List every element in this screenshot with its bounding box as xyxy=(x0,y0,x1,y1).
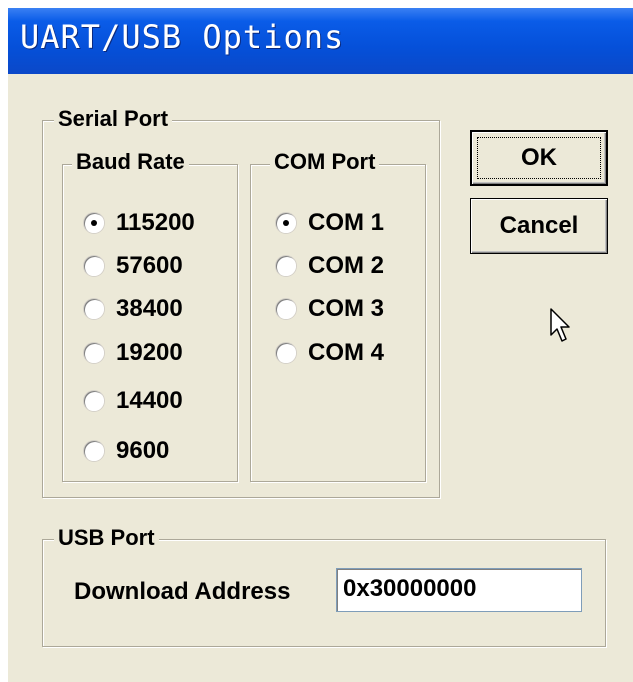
radio-button[interactable] xyxy=(84,213,104,233)
radio-button[interactable] xyxy=(84,299,104,319)
serial-port-label: Serial Port xyxy=(54,106,173,132)
radio-button[interactable] xyxy=(276,299,296,319)
baud-radio-115200[interactable]: 115200 xyxy=(84,208,195,238)
com-radio-1[interactable]: COM 1 xyxy=(276,208,384,238)
mouse-pointer-icon xyxy=(550,308,570,342)
baud-radio-14400[interactable]: 14400 xyxy=(84,386,183,416)
ok-button[interactable]: OK xyxy=(470,130,608,186)
baud-radio-19200[interactable]: 19200 xyxy=(84,338,183,368)
baud-rate-label: Baud Rate xyxy=(72,149,189,175)
dialog-window: UART/USB Options Serial Port Baud Rate 1… xyxy=(8,8,633,682)
radio-button[interactable] xyxy=(276,343,296,363)
title-bar[interactable]: UART/USB Options xyxy=(8,8,633,74)
radio-button[interactable] xyxy=(84,441,104,461)
radio-button[interactable] xyxy=(84,343,104,363)
download-address-input[interactable]: 0x30000000 xyxy=(336,568,582,612)
com-radio-3[interactable]: COM 3 xyxy=(276,294,384,324)
baud-radio-9600[interactable]: 9600 xyxy=(84,436,169,466)
com-radio-4[interactable]: COM 4 xyxy=(276,338,384,368)
com-port-label: COM Port xyxy=(270,149,380,175)
cancel-button[interactable]: Cancel xyxy=(470,198,608,254)
radio-button[interactable] xyxy=(276,256,296,276)
usb-port-label: USB Port xyxy=(54,525,159,551)
download-address-label: Download Address xyxy=(74,578,291,605)
baud-radio-38400[interactable]: 38400 xyxy=(84,294,183,324)
radio-button[interactable] xyxy=(84,391,104,411)
focus-ring xyxy=(477,137,601,179)
radio-button[interactable] xyxy=(276,213,296,233)
window-title: UART/USB Options xyxy=(20,18,345,56)
radio-button[interactable] xyxy=(84,256,104,276)
com-radio-2[interactable]: COM 2 xyxy=(276,251,384,281)
baud-radio-57600[interactable]: 57600 xyxy=(84,251,183,281)
